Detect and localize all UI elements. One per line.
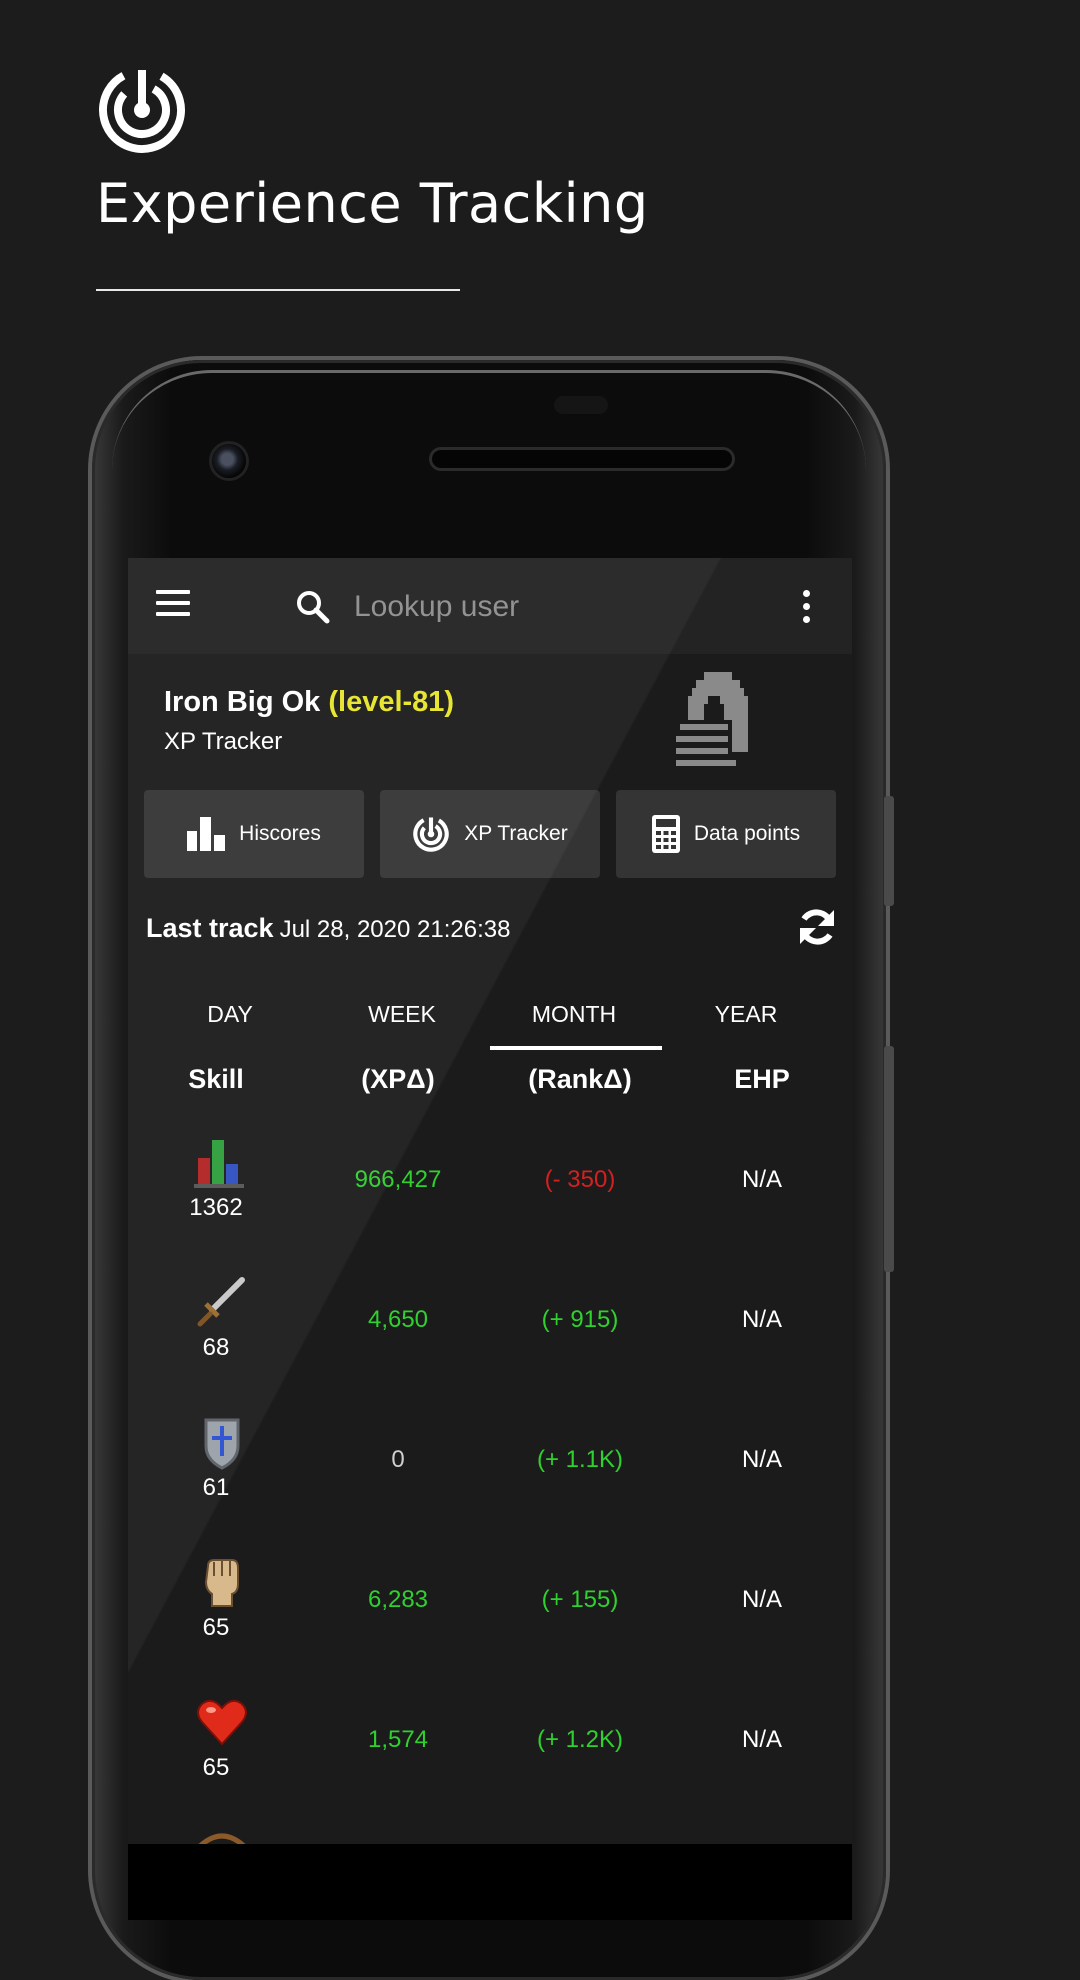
xp-tracker-button[interactable]: XP Tracker — [380, 790, 600, 878]
rank-delta: (+ 155) — [541, 1586, 619, 1613]
hitpoints-heart-icon — [197, 1699, 247, 1746]
period-tabs: DAY WEEK MONTH YEAR — [128, 982, 852, 1050]
table-row[interactable]: 65 6,283 (+ 155) N/A — [128, 1554, 852, 1674]
strength-fist-icon — [204, 1559, 239, 1607]
selected-tab-indicator — [490, 1046, 662, 1050]
rank-delta: (+ 915) — [541, 1306, 619, 1333]
player-name-text: Iron Big Ok — [164, 686, 321, 718]
table-row[interactable]: 1362 966,427 (- 350) N/A — [128, 1134, 852, 1254]
player-name: Iron Big Ok (level-81) — [164, 686, 454, 719]
column-header-xp-delta: (XPΔ) — [361, 1064, 435, 1094]
calculator-icon — [651, 815, 680, 853]
last-track-label: Last track — [146, 913, 274, 943]
bar-chart-icon — [187, 817, 226, 851]
xp-delta: 0 — [391, 1446, 405, 1473]
power-button — [884, 796, 894, 906]
player-level: (level-81) — [328, 686, 455, 718]
lookup-user-input[interactable] — [352, 580, 756, 634]
xp-delta: 6,283 — [367, 1586, 429, 1613]
ehp-value: N/A — [741, 1166, 782, 1193]
xp-tracker-label: XP Tracker — [464, 822, 568, 845]
front-camera — [212, 444, 246, 478]
table-row[interactable]: 61 0 (+ 1.1K) N/A — [128, 1414, 852, 1534]
tab-day[interactable]: DAY — [144, 982, 316, 1046]
column-header-ehp: EHP — [734, 1064, 790, 1094]
tab-week[interactable]: WEEK — [316, 982, 488, 1046]
hiscores-label: Hiscores — [239, 822, 321, 845]
hiscores-button[interactable]: Hiscores — [144, 790, 364, 878]
ehp-value: N/A — [741, 1446, 782, 1473]
data-points-label: Data points — [693, 822, 801, 845]
ehp-value: N/A — [741, 1586, 782, 1613]
tracker-icon — [413, 816, 450, 852]
tab-year[interactable]: YEAR — [660, 982, 832, 1046]
column-header-rank-delta: (RankΔ) — [528, 1064, 632, 1094]
overflow-menu-icon[interactable] — [800, 590, 812, 624]
skill-level: 61 — [202, 1474, 230, 1501]
earpiece-speaker — [432, 450, 732, 468]
column-header-skill: Skill — [188, 1064, 244, 1094]
table-row[interactable]: 68 4,650 (+ 915) N/A — [128, 1274, 852, 1394]
data-points-button[interactable]: Data points — [616, 790, 836, 878]
xp-tracker-logo-icon — [99, 67, 185, 153]
ironman-helmet-icon — [676, 672, 748, 766]
hamburger-menu-icon[interactable] — [156, 590, 192, 618]
xp-delta: 966,427 — [354, 1166, 442, 1193]
ehp-value: N/A — [741, 1306, 782, 1333]
table-row[interactable]: 65 1,574 (+ 1.2K) N/A — [128, 1694, 852, 1814]
rank-delta: (- 350) — [544, 1166, 616, 1193]
promo-title: Experience Tracking — [96, 172, 649, 235]
defence-shield-icon — [204, 1418, 240, 1470]
last-track: Last track Jul 28, 2020 21:26:38 — [146, 913, 510, 944]
app-bar — [128, 558, 852, 654]
xp-delta: 1,574 — [367, 1726, 429, 1753]
skill-level: 68 — [202, 1334, 230, 1361]
search-icon[interactable] — [294, 588, 332, 626]
xp-delta: 4,650 — [367, 1306, 429, 1333]
rank-delta: (+ 1.2K) — [536, 1726, 624, 1753]
attack-sword-icon — [197, 1277, 245, 1327]
phone-bottom-bezel — [128, 1844, 852, 1920]
volume-rocker — [884, 1046, 894, 1272]
ranged-bow-icon — [198, 1833, 246, 1844]
table-row[interactable] — [128, 1830, 852, 1844]
tab-month[interactable]: MONTH — [488, 982, 660, 1046]
promo-divider — [96, 289, 460, 291]
app-screen: Iron Big Ok (level-81) XP Tracker Hiscor… — [128, 558, 852, 1844]
refresh-icon[interactable] — [796, 906, 838, 948]
skill-level: 65 — [202, 1754, 230, 1781]
overall-stats-icon — [194, 1140, 244, 1188]
proximity-sensor — [554, 396, 608, 414]
skill-level: 1362 — [189, 1194, 243, 1221]
page-subtitle: XP Tracker — [164, 728, 283, 755]
skill-level: 65 — [202, 1614, 230, 1641]
ehp-value: N/A — [741, 1726, 782, 1753]
last-track-timestamp: Jul 28, 2020 21:26:38 — [279, 916, 511, 943]
rank-delta: (+ 1.1K) — [536, 1446, 624, 1473]
